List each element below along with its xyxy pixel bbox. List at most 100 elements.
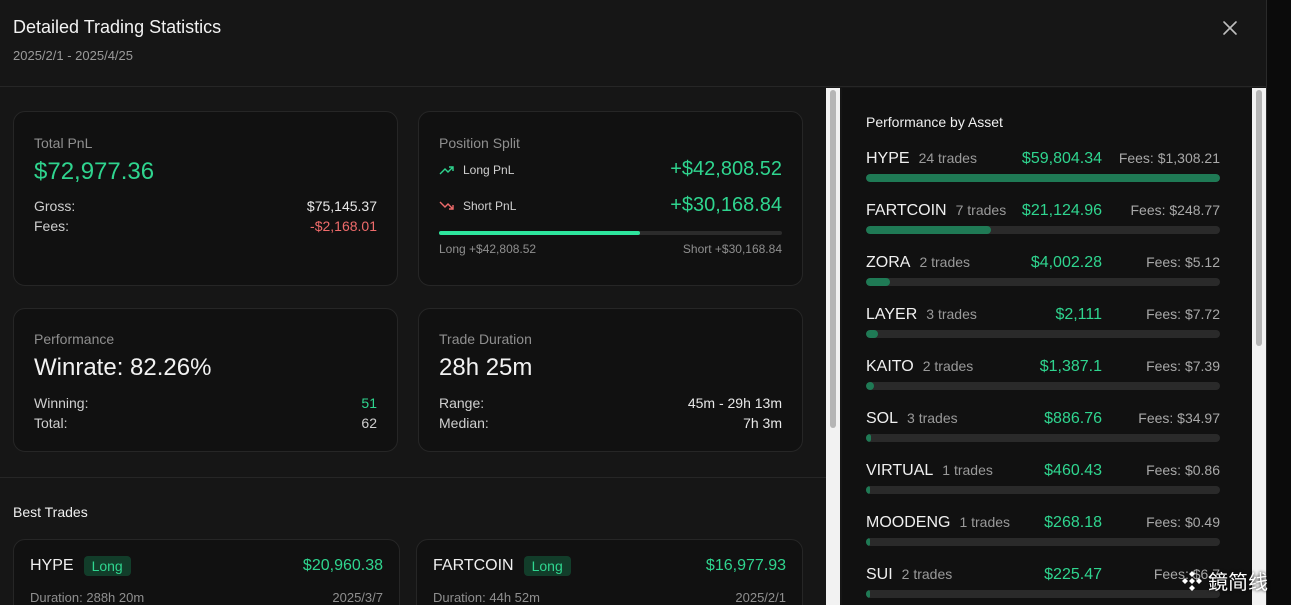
asset-share-bar xyxy=(866,486,1220,494)
position-split-card: Position Split Long PnL +$42,808.52 Shor… xyxy=(418,111,803,286)
trend-up-icon xyxy=(439,165,454,174)
short-caption: Short +$30,168.84 xyxy=(682,242,782,256)
stats-scrollbar[interactable] xyxy=(826,88,840,605)
asset-row: ZORA 2 trades $4,002.28 Fees: $5.12 xyxy=(866,254,1220,294)
range-value: 45m - 29h 13m xyxy=(687,395,782,411)
asset-pnl: $268.18 xyxy=(1044,514,1102,531)
asset-pnl: $1,387.1 xyxy=(1039,358,1102,375)
modal-header: Detailed Trading Statistics 2025/2/1 - 2… xyxy=(0,0,1267,87)
asset-name: FARTCOIN xyxy=(866,202,947,219)
asset-share-bar xyxy=(866,330,1220,338)
asset-row: MOODENG 1 trades $268.18 Fees: $0.49 xyxy=(866,514,1220,554)
long-pnl-label: Long PnL xyxy=(463,162,515,177)
long-share-fill xyxy=(439,231,641,235)
asset-pnl: $59,804.34 xyxy=(1021,150,1102,167)
asset-share-fill xyxy=(866,226,991,234)
performance-label: Performance xyxy=(34,331,115,347)
trade-pnl: $20,960.38 xyxy=(302,557,383,574)
watermark: 鏡简线 xyxy=(1180,566,1268,595)
stats-panel: Total PnL $72,977.36 Gross: $75,145.37 F… xyxy=(0,88,826,605)
date-range: 2025/2/1 - 2025/4/25 xyxy=(13,48,133,63)
modal-title: Detailed Trading Statistics xyxy=(13,17,222,37)
trade-date: 2025/2/1 xyxy=(735,590,786,605)
asset-share-bar xyxy=(866,226,1220,234)
winning-row: Winning: 51 xyxy=(34,395,377,411)
asset-fees: Fees: $5.12 xyxy=(1146,254,1220,270)
asset-pnl: $225.47 xyxy=(1044,566,1102,583)
winning-value: 51 xyxy=(361,395,377,411)
asset-trades: 1 trades xyxy=(959,514,1011,530)
asset-share-fill xyxy=(866,330,879,338)
trade-asset: HYPE xyxy=(30,557,74,574)
median-value: 7h 3m xyxy=(743,415,782,431)
asset-performance-panel: Performance by Asset HYPE 24 trades $59,… xyxy=(842,88,1252,605)
asset-name: LAYER xyxy=(866,306,918,323)
short-pnl-label: Short PnL xyxy=(463,198,517,213)
total-label: Total: xyxy=(34,415,68,431)
asset-share-bar xyxy=(866,434,1220,442)
asset-trades: 7 trades xyxy=(955,202,1007,218)
asset-name: MOODENG xyxy=(866,514,951,531)
asset-fees: Fees: $34.97 xyxy=(1138,410,1220,426)
trade-asset: FARTCOIN xyxy=(433,557,514,574)
asset-fees: Fees: $1,308.21 xyxy=(1118,150,1220,166)
winrate-value: Winrate: 82.26% xyxy=(34,354,212,381)
best-trade-card[interactable]: HYPE Long $20,960.38 Duration: 288h 20m … xyxy=(13,539,400,605)
long-caption: Long +$42,808.52 xyxy=(439,242,537,256)
total-row: Total: 62 xyxy=(34,415,377,431)
stats-scrollbar-thumb[interactable] xyxy=(830,90,836,428)
asset-scrollbar-thumb[interactable] xyxy=(1256,90,1262,346)
asset-row: VIRTUAL 1 trades $460.43 Fees: $0.86 xyxy=(866,462,1220,502)
asset-pnl: $4,002.28 xyxy=(1030,254,1102,271)
asset-trades: 1 trades xyxy=(942,462,993,478)
trade-date: 2025/3/7 xyxy=(332,590,383,605)
asset-row: KAITO 2 trades $1,387.1 Fees: $7.39 xyxy=(866,358,1220,398)
asset-share-bar xyxy=(866,174,1220,182)
asset-pnl: $2,111 xyxy=(1055,306,1102,323)
asset-name: SOL xyxy=(866,410,899,427)
best-trades-title: Best Trades xyxy=(13,504,88,520)
asset-trades: 2 trades xyxy=(922,358,974,374)
asset-trades: 2 trades xyxy=(901,566,953,582)
range-row: Range: 45m - 29h 13m xyxy=(439,395,782,411)
asset-name: KAITO xyxy=(866,358,914,375)
fees-row: Fees: -$2,168.01 xyxy=(34,218,377,234)
asset-share-bar xyxy=(866,590,1220,598)
asset-trades: 24 trades xyxy=(918,150,977,166)
asset-fees: Fees: $7.39 xyxy=(1146,358,1220,374)
asset-row: LAYER 3 trades $2,111 Fees: $7.72 xyxy=(866,306,1220,346)
trend-down-icon xyxy=(439,201,454,210)
asset-row: SUI 2 trades $225.47 Fees: $6.7 xyxy=(866,566,1220,605)
fees-value: -$2,168.01 xyxy=(310,218,377,234)
total-value: 62 xyxy=(361,415,377,431)
section-divider xyxy=(0,477,826,478)
best-trade-card[interactable]: FARTCOIN Long $16,977.93 Duration: 44h 5… xyxy=(416,539,803,605)
asset-share-bar xyxy=(866,538,1220,546)
asset-row: SOL 3 trades $886.76 Fees: $34.97 xyxy=(866,410,1220,450)
asset-fees: Fees: $7.72 xyxy=(1146,306,1220,322)
asset-trades: 3 trades xyxy=(926,306,977,322)
asset-share-fill xyxy=(866,434,872,442)
asset-name: ZORA xyxy=(866,254,911,271)
gross-label: Gross: xyxy=(34,198,76,214)
watermark-text: 鏡简线 xyxy=(1208,572,1268,594)
close-icon[interactable] xyxy=(1219,17,1241,39)
asset-name: SUI xyxy=(866,566,893,583)
trade-duration-value: 28h 25m xyxy=(439,354,533,381)
total-pnl-label: Total PnL xyxy=(34,135,93,151)
position-split-label: Position Split xyxy=(439,135,520,151)
long-pnl-row: Long PnL +$42,808.52 xyxy=(439,158,782,181)
asset-trades: 3 trades xyxy=(907,410,958,426)
median-row: Median: 7h 3m xyxy=(439,415,782,431)
winning-label: Winning: xyxy=(34,395,89,411)
asset-share-bar xyxy=(866,382,1220,390)
asset-share-fill xyxy=(866,174,1220,182)
asset-share-fill xyxy=(866,382,875,390)
asset-fees: Fees: $248.77 xyxy=(1130,202,1220,218)
asset-scrollbar[interactable] xyxy=(1252,88,1266,605)
asset-share-fill xyxy=(866,590,871,598)
trading-stats-modal: Detailed Trading Statistics 2025/2/1 - 2… xyxy=(0,0,1267,605)
long-pnl-value: +$42,808.52 xyxy=(670,158,782,180)
total-pnl-value: $72,977.36 xyxy=(34,158,155,185)
median-label: Median: xyxy=(439,415,489,431)
